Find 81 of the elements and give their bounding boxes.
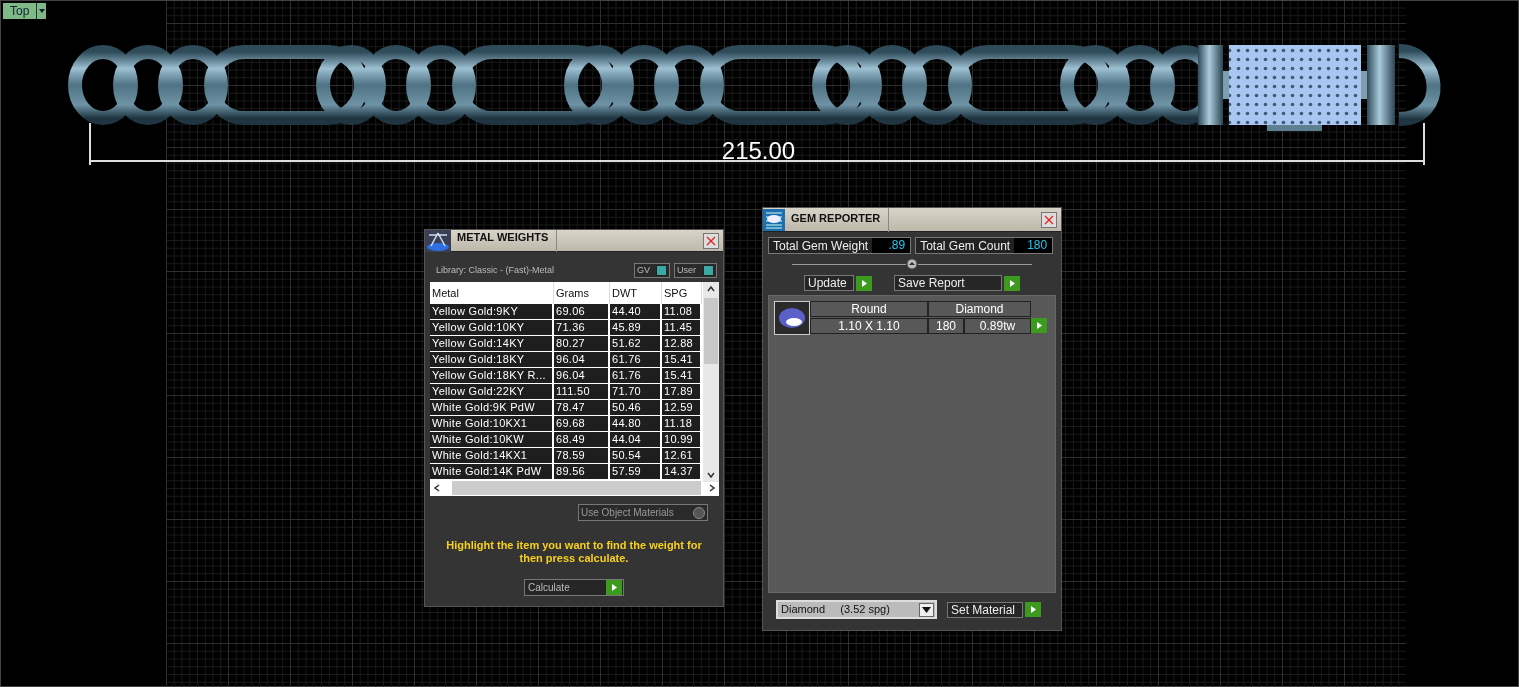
close-icon bbox=[1044, 214, 1054, 225]
table-cell: 15.41 bbox=[662, 368, 702, 384]
close-button[interactable] bbox=[1041, 211, 1057, 228]
table-cell: 11.08 bbox=[662, 304, 702, 320]
table-cell: White Gold:9K PdW bbox=[430, 400, 554, 416]
gem-cell: 180 bbox=[928, 317, 964, 334]
table-cell: 71.70 bbox=[610, 384, 662, 400]
stat-value: .89 bbox=[872, 238, 911, 253]
table-cell: 71.36 bbox=[554, 320, 610, 336]
table-cell: Yellow Gold:9KY bbox=[430, 304, 554, 320]
table-cell: Yellow Gold:18KY R... bbox=[430, 368, 554, 384]
dimension-label: 215.00 bbox=[720, 137, 797, 165]
table-cell: 69.06 bbox=[554, 304, 610, 320]
table-cell: 12.61 bbox=[662, 448, 702, 464]
table-cell: 78.59 bbox=[554, 448, 610, 464]
gem-icon bbox=[774, 301, 810, 335]
table-cell: 11.45 bbox=[662, 320, 702, 336]
gem-cell: 1.10 X 1.10 bbox=[810, 317, 928, 334]
material-select[interactable]: Diamond (3.52 spg) bbox=[776, 600, 937, 619]
library-label: Library: Classic - (Fast)-Metal bbox=[436, 263, 554, 277]
splitter-handle[interactable] bbox=[906, 258, 918, 270]
table-cell: 12.88 bbox=[662, 336, 702, 352]
table-cell: 96.04 bbox=[554, 352, 610, 368]
table-cell: 44.40 bbox=[610, 304, 662, 320]
table-cell: 45.89 bbox=[610, 320, 662, 336]
play-icon bbox=[1004, 275, 1020, 291]
table-cell: 80.27 bbox=[554, 336, 610, 352]
table-cell: Yellow Gold:10KY bbox=[430, 320, 554, 336]
stat-value: 180 bbox=[1014, 238, 1053, 253]
table-cell: 78.47 bbox=[554, 400, 610, 416]
table-cell: 57.59 bbox=[610, 464, 662, 480]
play-icon bbox=[606, 580, 622, 595]
play-icon bbox=[856, 275, 872, 291]
table-cell: Yellow Gold:14KY bbox=[430, 336, 554, 352]
play-icon bbox=[1025, 602, 1041, 617]
toggle-switch[interactable]: GV bbox=[634, 263, 670, 278]
table-cell: 51.62 bbox=[610, 336, 662, 352]
close-button[interactable] bbox=[703, 232, 719, 249]
toggle-switch[interactable]: User bbox=[674, 263, 717, 278]
scale-icon bbox=[425, 229, 451, 252]
table-cell: White Gold:14K PdW bbox=[430, 464, 554, 480]
viewport-label[interactable]: Top bbox=[3, 3, 47, 19]
table-cell: 61.76 bbox=[610, 368, 662, 384]
stat-label: Total Gem Weight bbox=[772, 237, 870, 255]
play-icon bbox=[1031, 317, 1047, 333]
gem-cell: Diamond bbox=[928, 301, 1031, 317]
table-cell: 17.89 bbox=[662, 384, 702, 400]
table-cell: 68.49 bbox=[554, 432, 610, 448]
table-cell: 44.04 bbox=[610, 432, 662, 448]
table-cell: 11.18 bbox=[662, 416, 702, 432]
table-cell: 69.68 bbox=[554, 416, 610, 432]
table-cell: Yellow Gold:18KY bbox=[430, 352, 554, 368]
gem-cell: Round bbox=[810, 301, 928, 317]
caret-icon bbox=[36, 3, 47, 19]
table-cell: White Gold:10KW bbox=[430, 432, 554, 448]
table-cell: 10.99 bbox=[662, 432, 702, 448]
gem-cell: 0.89tw bbox=[964, 317, 1031, 334]
table-cell: 111.50 bbox=[554, 384, 610, 400]
table-cell: 12.59 bbox=[662, 400, 702, 416]
close-icon bbox=[706, 235, 716, 246]
table-cell: White Gold:14KX1 bbox=[430, 448, 554, 464]
table-cell: 50.54 bbox=[610, 448, 662, 464]
table-cell: White Gold:10KX1 bbox=[430, 416, 554, 432]
table-cell: 61.76 bbox=[610, 352, 662, 368]
caret-icon bbox=[922, 606, 931, 613]
window-title: GEM REPORTER bbox=[785, 207, 890, 232]
stat-label: Total Gem Count bbox=[919, 237, 1012, 255]
hint-text: Highlight the item you want to find the weight for then press calculate. bbox=[445, 538, 703, 565]
table-cell: 96.04 bbox=[554, 368, 610, 384]
gem-report-icon bbox=[763, 208, 785, 231]
vertical-scrollbar[interactable] bbox=[703, 282, 719, 482]
table-cell: 44.80 bbox=[610, 416, 662, 432]
gem-detail-button[interactable] bbox=[1031, 317, 1049, 334]
use-object-materials-toggle[interactable]: Use Object Materials bbox=[578, 504, 708, 521]
table-cell: 50.46 bbox=[610, 400, 662, 416]
table-cell: 15.41 bbox=[662, 352, 702, 368]
calculate-button[interactable]: Calculate bbox=[524, 579, 624, 596]
table-cell: 14.37 bbox=[662, 464, 702, 480]
table-cell: 89.56 bbox=[554, 464, 610, 480]
table-cell: Yellow Gold:22KY bbox=[430, 384, 554, 400]
window-title: METAL WEIGHTS bbox=[451, 229, 558, 252]
